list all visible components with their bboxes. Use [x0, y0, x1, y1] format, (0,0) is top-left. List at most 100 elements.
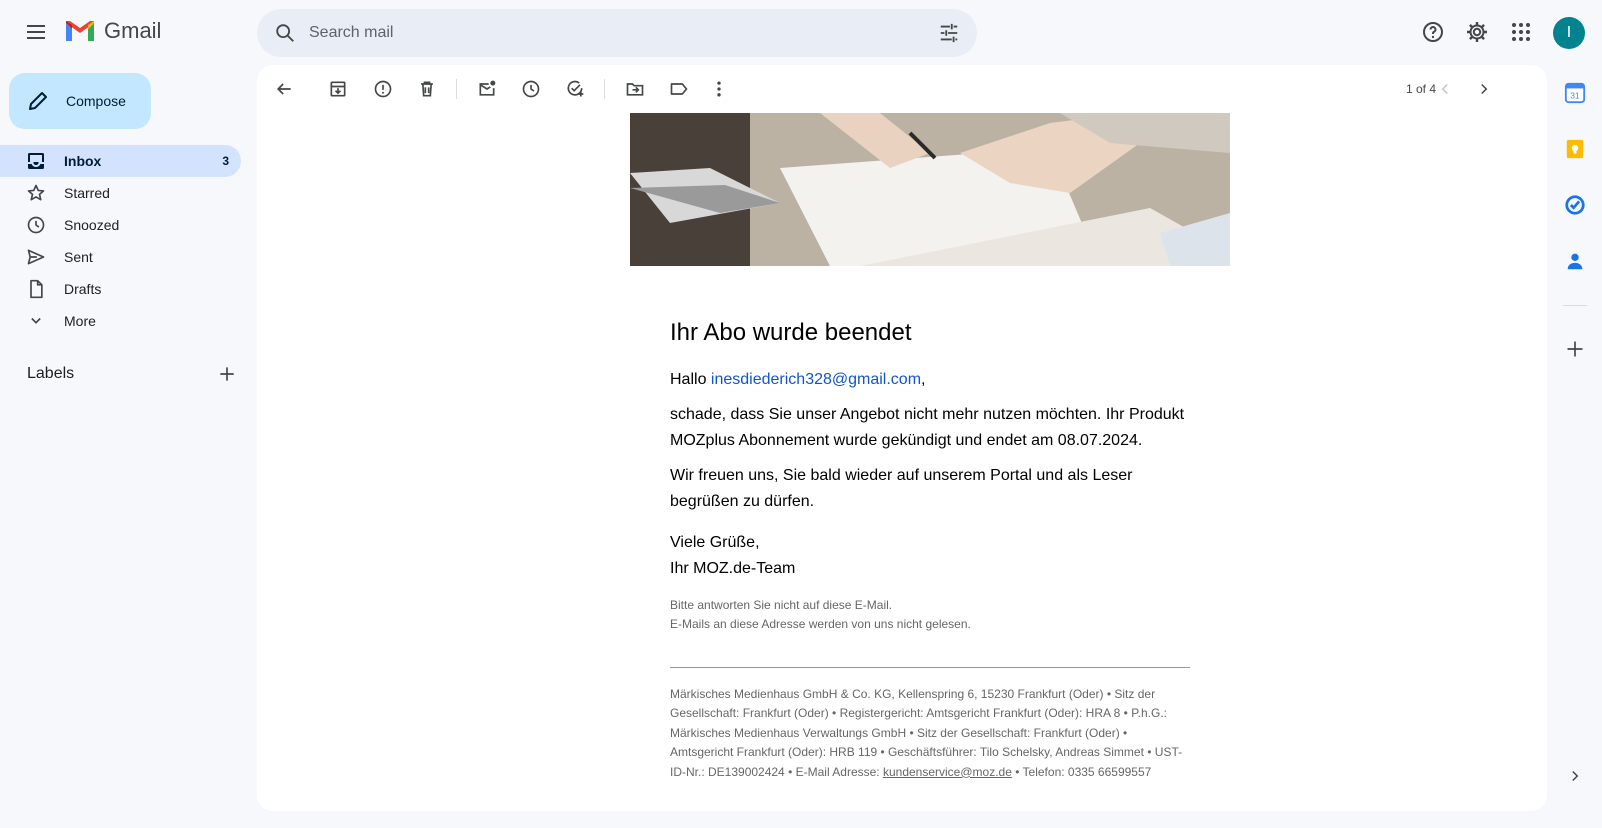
greeting: Hallo inesdiederich328@gmail.com, — [670, 367, 1190, 393]
move-to-button[interactable] — [615, 69, 655, 109]
newer-button[interactable] — [1425, 69, 1465, 109]
sidebar-item-starred[interactable]: Starred — [0, 177, 241, 209]
sidebar-item-label: Snoozed — [64, 217, 120, 233]
folder-move-icon — [626, 83, 644, 96]
apps-grid-icon — [1512, 23, 1530, 41]
calendar-app-button[interactable]: 31 — [1563, 81, 1587, 105]
create-label-button[interactable] — [217, 364, 237, 384]
email-toolbar: 1 of 4 — [257, 65, 1547, 113]
pencil-icon — [26, 89, 50, 113]
sidebar-item-inbox[interactable]: Inbox 3 — [0, 145, 241, 177]
sidebar-item-snoozed[interactable]: Snoozed — [0, 209, 241, 241]
search-icon — [276, 24, 294, 42]
settings-button[interactable] — [1457, 12, 1497, 52]
mark-unread-button[interactable] — [467, 69, 507, 109]
sidebar-item-more[interactable]: More — [0, 305, 241, 337]
clock-icon — [522, 80, 540, 98]
more-options-button[interactable] — [699, 69, 739, 109]
greeting-prefix: Hallo — [670, 371, 711, 388]
sidebar-nav: Inbox 3 Starred Snoozed Sent Drafts More — [0, 145, 256, 337]
closing-line-1: Viele Grüße, — [670, 534, 760, 551]
back-button[interactable] — [264, 69, 304, 109]
paragraph-2: Wir freuen uns, Sie bald wieder auf unse… — [670, 467, 1133, 510]
footer-divider — [670, 667, 1190, 668]
keep-icon — [1566, 139, 1584, 159]
show-side-panel-button[interactable] — [1563, 764, 1587, 788]
gmail-logo[interactable]: Gmail — [64, 18, 161, 44]
keep-app-button[interactable] — [1563, 137, 1587, 161]
no-reply-note-1: Bitte antworten Sie nicht auf diese E-Ma… — [670, 598, 893, 612]
chevron-right-icon — [1572, 770, 1579, 782]
get-addons-button[interactable] — [1563, 337, 1587, 361]
plus-icon — [1567, 341, 1583, 357]
delete-button[interactable] — [407, 69, 447, 109]
apps-button[interactable] — [1501, 12, 1541, 52]
search-options-button[interactable] — [925, 9, 973, 57]
chevron-down-icon — [26, 311, 46, 331]
email-body: Ihr Abo wurde beendet Hallo inesdiederic… — [630, 319, 1230, 782]
label-icon — [670, 83, 688, 95]
compose-button[interactable]: Compose — [9, 73, 151, 129]
inbox-icon — [26, 151, 46, 171]
account-avatar[interactable]: I — [1553, 17, 1585, 49]
rail-divider — [1563, 305, 1587, 306]
add-task-icon — [567, 80, 584, 97]
footer-phone: • Telefon: 0335 66599557 — [1011, 764, 1152, 779]
sidebar-item-label: Sent — [64, 249, 93, 265]
unread-count: 3 — [222, 154, 229, 168]
toolbar-divider — [604, 79, 605, 99]
report-spam-button[interactable] — [363, 69, 403, 109]
search-input[interactable] — [309, 24, 925, 42]
plus-icon — [220, 367, 234, 381]
mark-unread-icon — [479, 80, 496, 96]
contacts-app-button[interactable] — [1563, 249, 1587, 273]
toolbar-divider — [456, 79, 457, 99]
email-content: Ihr Abo wurde beendet Hallo inesdiederic… — [630, 113, 1230, 782]
gear-icon — [1467, 22, 1487, 42]
search-button[interactable] — [261, 9, 309, 57]
chevron-left-icon — [1441, 83, 1448, 95]
sidebar-item-drafts[interactable]: Drafts — [0, 273, 241, 305]
tasks-app-button[interactable] — [1563, 193, 1587, 217]
clock-icon — [26, 215, 46, 235]
recipient-email-link[interactable]: inesdiederich328@gmail.com — [711, 371, 921, 388]
sidebar-item-sent[interactable]: Sent — [0, 241, 241, 273]
email-view: 1 of 4 Ihr Abo wurde beendet Hallo inesd… — [257, 65, 1547, 811]
tasks-icon — [1565, 195, 1585, 215]
labels-header: Labels — [27, 362, 237, 386]
star-icon — [26, 183, 46, 203]
arrow-back-icon — [276, 83, 291, 95]
archive-button[interactable] — [318, 69, 358, 109]
chevron-right-icon — [1481, 83, 1488, 95]
send-icon — [26, 247, 46, 267]
top-header: Gmail I — [0, 0, 1602, 64]
spam-icon — [374, 80, 392, 98]
labels-button[interactable] — [659, 69, 699, 109]
support-email-link[interactable]: kundenservice@moz.de — [883, 765, 1012, 779]
legal-footer: Märkisches Medienhaus GmbH & Co. KG, Kel… — [670, 685, 1190, 782]
sidebar-item-label: More — [64, 313, 96, 329]
archive-icon — [330, 81, 346, 97]
main-menu-button[interactable] — [16, 12, 56, 52]
snooze-button[interactable] — [511, 69, 551, 109]
add-to-tasks-button[interactable] — [555, 69, 595, 109]
email-title: Ihr Abo wurde beendet — [670, 319, 912, 346]
older-button[interactable] — [1464, 69, 1504, 109]
greeting-suffix: , — [921, 371, 926, 388]
hero-image — [630, 113, 1230, 266]
svg-text:31: 31 — [1570, 92, 1580, 101]
support-button[interactable] — [1413, 12, 1453, 52]
contacts-icon — [1567, 253, 1583, 270]
paragraph-1: schade, dass Sie unser Angebot nicht meh… — [670, 406, 1185, 449]
draft-icon — [26, 279, 46, 299]
sidebar-item-label: Drafts — [64, 281, 102, 297]
app-name: Gmail — [104, 18, 162, 43]
help-icon — [1423, 22, 1443, 42]
labels-title: Labels — [27, 365, 75, 382]
more-vert-icon — [717, 81, 721, 97]
calendar-icon: 31 — [1564, 82, 1586, 104]
compose-label: Compose — [66, 93, 126, 109]
search-bar — [257, 9, 977, 57]
sidebar-item-label: Starred — [64, 185, 110, 201]
sidebar-item-label: Inbox — [64, 153, 102, 169]
